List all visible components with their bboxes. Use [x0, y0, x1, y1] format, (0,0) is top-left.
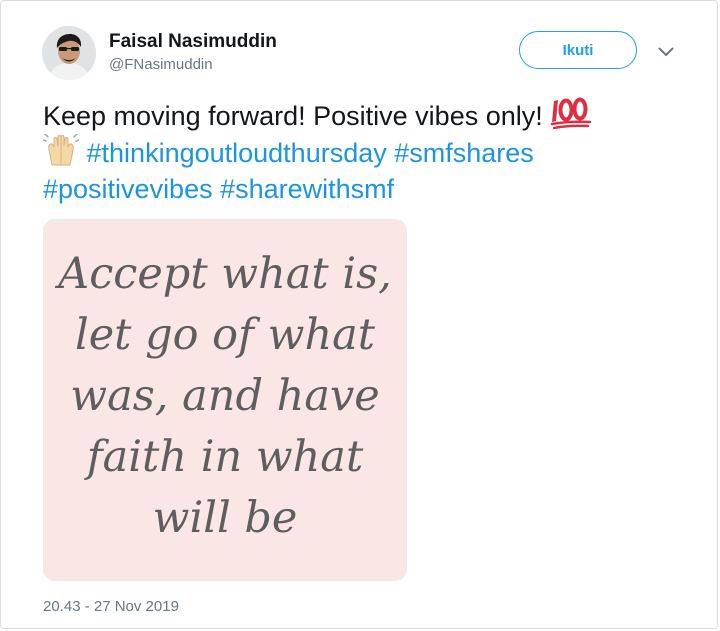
tweet-card: Faisal Nasimuddin @FNasimuddin Ikuti Kee… [0, 0, 718, 629]
quote-line: faith in what [86, 432, 364, 482]
avatar[interactable] [42, 26, 96, 80]
more-options-button[interactable] [655, 41, 677, 63]
quote-line: was, and have [70, 371, 380, 421]
author-handle[interactable]: @FNasimuddin [109, 56, 213, 73]
tweet-body: Keep moving forward! Positive vibes only… [43, 101, 543, 131]
hundred-points-emoji-icon [551, 97, 592, 129]
tweet-text: Keep moving forward! Positive vibes only… [43, 97, 693, 207]
raising-hands-emoji-icon [43, 134, 79, 166]
hashtag-link[interactable]: #smfshares [394, 138, 534, 168]
quote-line: Accept what is, [58, 249, 392, 299]
quote-line: will be [152, 493, 298, 543]
author-display-name[interactable]: Faisal Nasimuddin [109, 31, 277, 53]
profile-photo-avatar-icon [42, 26, 96, 80]
hashtag-link[interactable]: #positivevibes [43, 174, 213, 204]
follow-button[interactable]: Ikuti [519, 31, 637, 69]
hashtag-link[interactable]: #sharewithsmf [220, 174, 394, 204]
tweet-media-image[interactable]: Accept what is, let go of what was, and … [43, 219, 407, 581]
hashtag-link[interactable]: #thinkingoutloudthursday [87, 138, 387, 168]
chevron-down-icon [658, 47, 674, 56]
quote-text: Accept what is, let go of what was, and … [44, 244, 406, 549]
tweet-timestamp[interactable]: 20.43 - 27 Nov 2019 [43, 598, 179, 615]
quote-line: let go of what [74, 310, 376, 360]
